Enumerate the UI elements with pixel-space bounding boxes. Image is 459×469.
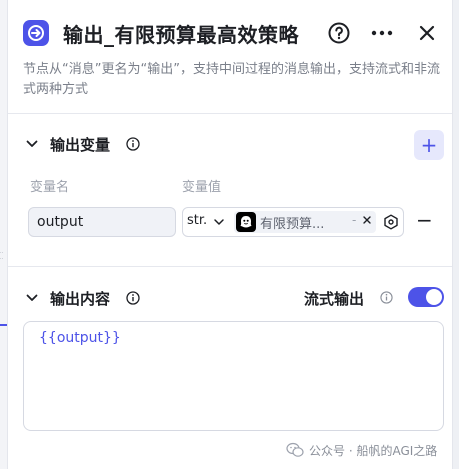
- variable-name-input[interactable]: [28, 207, 176, 237]
- close-icon: [363, 216, 371, 224]
- output-vars-title: 输出变量: [50, 136, 111, 154]
- section-divider: [8, 266, 452, 267]
- more-dots-icon: [371, 30, 393, 36]
- variable-type-select[interactable]: str.: [187, 213, 207, 228]
- chevron-down-icon: [26, 294, 38, 301]
- node-title[interactable]: 输出_有限预算最高效策略: [63, 19, 299, 48]
- bot-avatar-icon: [236, 212, 256, 232]
- node-settings-panel: 输出_有限预算最高效策略 节点从“消息”更名为“输出”，支持中间过程的消息输出，…: [7, 0, 453, 469]
- add-variable-button[interactable]: +: [414, 130, 444, 160]
- output-content-title: 输出内容: [50, 290, 111, 308]
- more-button[interactable]: [368, 19, 396, 47]
- close-button[interactable]: [413, 19, 441, 47]
- left-edge-accent-line: [0, 324, 7, 326]
- help-button[interactable]: [325, 19, 353, 47]
- clear-reference-button[interactable]: [362, 213, 372, 231]
- toggle-knob: [426, 289, 442, 305]
- info-icon[interactable]: [380, 291, 393, 304]
- output-node-icon: [23, 20, 49, 46]
- collapse-output-content-button[interactable]: [24, 290, 40, 306]
- variable-reference-tag[interactable]: 有限预算... -: [234, 211, 376, 233]
- remove-variable-button[interactable]: −: [416, 210, 433, 230]
- left-edge-strip: [0, 0, 7, 469]
- left-edge-fragment: ·· ··: [0, 250, 4, 262]
- variable-setting-icon[interactable]: [383, 214, 399, 230]
- output-content-editor[interactable]: {{output}}: [23, 321, 444, 431]
- panel-header: 输出_有限预算最高效策略: [8, 0, 452, 66]
- watermark: 公众号 · 船帆的AGI之路: [286, 440, 437, 460]
- chevron-down-icon: [26, 140, 38, 147]
- info-icon[interactable]: [126, 137, 140, 151]
- stream-output-toggle[interactable]: [408, 287, 444, 307]
- reference-separator: -: [352, 213, 357, 227]
- close-icon: [419, 25, 435, 41]
- output-arrow-icon: [28, 25, 44, 41]
- question-circle-icon: [328, 22, 350, 44]
- column-header-name: 变量名: [30, 180, 70, 195]
- wechat-icon: [286, 442, 304, 457]
- section-divider: [8, 113, 452, 114]
- column-header-value: 变量值: [182, 180, 222, 195]
- variable-value-field: str. 有限预算... -: [182, 207, 404, 237]
- chevron-down-icon[interactable]: [213, 216, 225, 228]
- node-description: 节点从“消息”更名为“输出”，支持中间过程的消息输出，支持流式和非流式两种方式: [23, 62, 440, 97]
- reference-label: 有限预算...: [260, 217, 325, 232]
- watermark-text: 公众号 · 船帆的AGI之路: [309, 443, 438, 458]
- info-icon[interactable]: [126, 291, 140, 305]
- stream-output-label: 流式输出: [304, 290, 365, 308]
- collapse-output-vars-button[interactable]: [24, 136, 40, 152]
